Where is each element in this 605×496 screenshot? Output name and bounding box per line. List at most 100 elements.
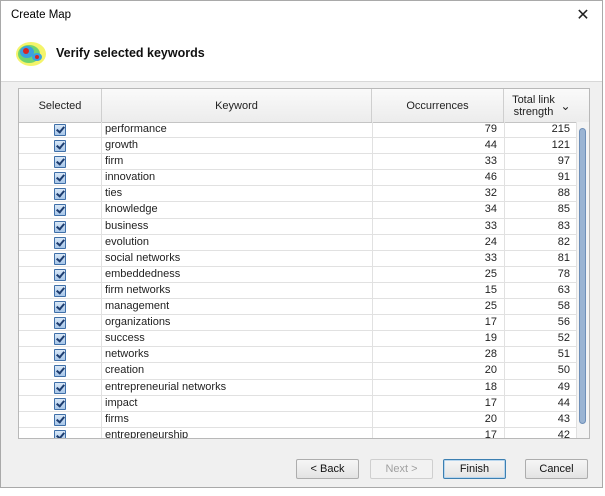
link-strength-cell: 91 bbox=[557, 171, 570, 184]
selected-cell bbox=[19, 202, 102, 219]
occurrences-cell: 33 bbox=[484, 251, 497, 264]
occurrences-cell: 17 bbox=[484, 396, 497, 409]
page-title: Verify selected keywords bbox=[56, 46, 205, 60]
occurrences-cell: 46 bbox=[484, 171, 497, 184]
keyword-cell: impact bbox=[105, 396, 138, 409]
column-divider bbox=[504, 122, 505, 438]
keyword-cell: entrepreneurship bbox=[105, 428, 189, 439]
column-header-keyword[interactable]: Keyword bbox=[102, 89, 372, 122]
keyword-checkbox[interactable] bbox=[54, 220, 66, 233]
table-row[interactable]: entrepreneurial networks 18 49 bbox=[19, 379, 577, 396]
keyword-checkbox[interactable] bbox=[54, 349, 66, 362]
table-row[interactable]: organizations 17 56 bbox=[19, 315, 577, 332]
column-header-total-link-strength[interactable]: Total link strength ⌄ bbox=[504, 89, 577, 122]
occurrences-cell: 17 bbox=[484, 428, 497, 439]
keyword-checkbox[interactable] bbox=[54, 413, 66, 426]
column-header-selected[interactable]: Selected bbox=[19, 89, 102, 122]
link-strength-cell: 215 bbox=[551, 123, 570, 135]
selected-cell bbox=[19, 315, 102, 332]
column-header-occurrences[interactable]: Occurrences bbox=[372, 89, 504, 122]
keyword-cell: success bbox=[105, 332, 145, 345]
keyword-checkbox[interactable] bbox=[54, 333, 66, 346]
table-row[interactable]: embeddedness 25 78 bbox=[19, 266, 577, 283]
keyword-cell: firm networks bbox=[105, 283, 171, 296]
table-row[interactable]: management 25 58 bbox=[19, 299, 577, 316]
link-strength-cell: 82 bbox=[557, 235, 570, 248]
link-strength-cell: 44 bbox=[557, 396, 570, 409]
occurrences-cell: 15 bbox=[484, 283, 497, 296]
dialog-header: Verify selected keywords bbox=[1, 29, 602, 82]
create-map-dialog: Create Map ✕ Verify selected keywords Se… bbox=[0, 0, 603, 488]
keyword-checkbox[interactable] bbox=[54, 429, 66, 438]
table-row[interactable]: success 19 52 bbox=[19, 331, 577, 348]
keyword-checkbox[interactable] bbox=[54, 301, 66, 314]
keywords-table: Selected Keyword Occurrences Total link … bbox=[18, 88, 590, 439]
finish-button[interactable]: Finish bbox=[443, 459, 506, 479]
table-row[interactable]: firm networks 15 63 bbox=[19, 282, 577, 300]
table-row[interactable]: social networks 33 81 bbox=[19, 250, 577, 267]
table-row[interactable]: evolution 24 82 bbox=[19, 234, 577, 251]
keyword-checkbox[interactable] bbox=[54, 204, 66, 217]
back-button[interactable]: < Back bbox=[296, 459, 359, 479]
occurrences-cell: 17 bbox=[484, 316, 497, 329]
table-row[interactable]: performance 79 215 bbox=[19, 122, 577, 139]
table-row[interactable]: knowledge 34 85 bbox=[19, 202, 577, 219]
cancel-button[interactable]: Cancel bbox=[525, 459, 588, 479]
keyword-cell: firms bbox=[105, 412, 129, 425]
keyword-cell: knowledge bbox=[105, 203, 158, 216]
keyword-cell: social networks bbox=[105, 251, 181, 264]
occurrences-cell: 33 bbox=[484, 219, 497, 232]
keyword-cell: entrepreneurial networks bbox=[105, 380, 227, 393]
keyword-checkbox[interactable] bbox=[54, 188, 66, 201]
keyword-cell: innovation bbox=[105, 171, 156, 184]
keyword-checkbox[interactable] bbox=[54, 252, 66, 265]
occurrences-cell: 19 bbox=[484, 332, 497, 345]
keyword-checkbox[interactable] bbox=[54, 172, 66, 185]
table-row[interactable]: firm 33 97 bbox=[19, 154, 577, 171]
keyword-cell: embeddedness bbox=[105, 267, 181, 280]
keyword-checkbox[interactable] bbox=[54, 124, 66, 136]
keyword-cell: firm bbox=[105, 155, 124, 168]
link-strength-cell: 88 bbox=[557, 187, 570, 200]
link-strength-cell: 85 bbox=[557, 203, 570, 216]
selected-cell bbox=[19, 266, 102, 283]
keyword-checkbox[interactable] bbox=[54, 284, 66, 297]
keyword-checkbox[interactable] bbox=[54, 236, 66, 249]
table-row[interactable]: impact 17 44 bbox=[19, 395, 577, 412]
table-row[interactable]: networks 28 51 bbox=[19, 347, 577, 364]
table-row[interactable]: growth 44 121 bbox=[19, 138, 577, 155]
selected-cell bbox=[19, 331, 102, 348]
keyword-checkbox[interactable] bbox=[54, 156, 66, 169]
link-strength-cell: 121 bbox=[551, 139, 570, 152]
table-row[interactable]: business 33 83 bbox=[19, 218, 577, 235]
chevron-down-icon: ⌄ bbox=[560, 98, 571, 113]
link-strength-cell: 56 bbox=[557, 316, 570, 329]
keyword-cell: management bbox=[105, 300, 170, 313]
table-row[interactable]: entrepreneurship 17 42 bbox=[19, 427, 577, 439]
table-row[interactable]: creation 20 50 bbox=[19, 363, 577, 380]
vertical-scrollbar[interactable] bbox=[576, 122, 589, 438]
keyword-checkbox[interactable] bbox=[54, 317, 66, 330]
table-row[interactable]: firms 20 43 bbox=[19, 411, 577, 428]
occurrences-cell: 79 bbox=[484, 123, 497, 135]
table-body: performance 79 215 growth 44 121 firm 33 97 innov… bbox=[19, 122, 577, 439]
occurrences-cell: 44 bbox=[484, 139, 497, 152]
selected-cell bbox=[19, 411, 102, 428]
occurrences-cell: 20 bbox=[484, 364, 497, 377]
scrollbar-thumb[interactable] bbox=[579, 128, 586, 424]
keyword-cell: creation bbox=[105, 364, 145, 377]
link-strength-cell: 58 bbox=[557, 300, 570, 313]
keyword-checkbox[interactable] bbox=[54, 140, 66, 153]
keyword-checkbox[interactable] bbox=[54, 381, 66, 394]
keyword-checkbox[interactable] bbox=[54, 268, 66, 281]
keyword-cell: performance bbox=[105, 123, 167, 135]
link-strength-cell: 78 bbox=[557, 267, 570, 280]
table-row[interactable]: ties 32 88 bbox=[19, 186, 577, 203]
keyword-checkbox[interactable] bbox=[54, 397, 66, 410]
keyword-checkbox[interactable] bbox=[54, 365, 66, 378]
table-row[interactable]: innovation 46 91 bbox=[19, 170, 577, 187]
next-button[interactable]: Next > bbox=[370, 459, 433, 479]
selected-cell bbox=[19, 122, 102, 138]
selected-cell bbox=[19, 234, 102, 251]
close-icon[interactable]: ✕ bbox=[570, 3, 596, 27]
